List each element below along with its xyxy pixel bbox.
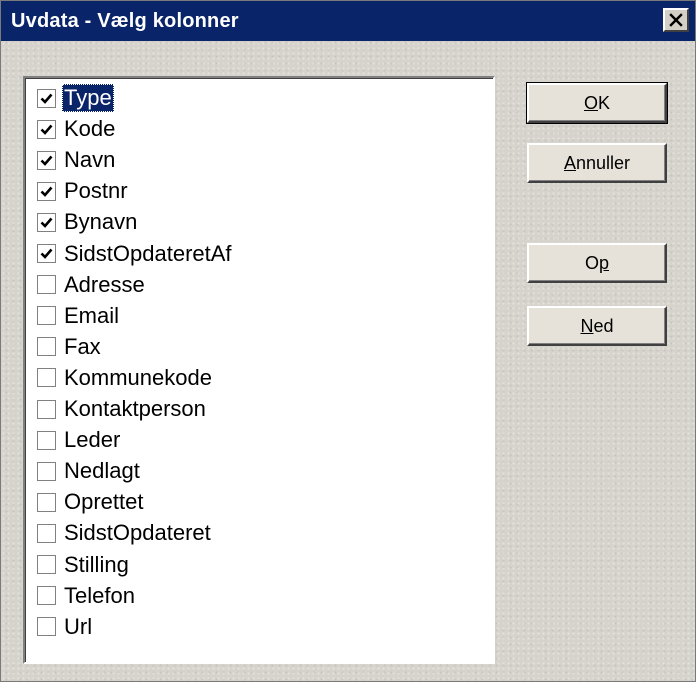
column-item[interactable]: SidstOpdateret <box>37 518 213 548</box>
column-item-label: Adresse <box>64 271 145 297</box>
column-item[interactable]: Type <box>37 83 114 113</box>
column-item-label: SidstOpdateret <box>64 520 211 546</box>
column-item[interactable]: SidstOpdateretAf <box>37 239 234 269</box>
column-item-label: Telefon <box>64 582 135 608</box>
checkbox[interactable] <box>37 461 56 481</box>
window-title: Uvdata - Vælg kolonner <box>11 10 239 32</box>
checkbox[interactable] <box>37 586 56 606</box>
down-mnemonic: N <box>580 315 594 336</box>
column-item-label: Email <box>64 302 120 328</box>
column-item-label: Kontaktperson <box>64 396 206 421</box>
checkbox[interactable] <box>37 88 56 108</box>
ok-mnemonic: O <box>583 92 598 113</box>
column-item-label: Bynavn <box>64 209 138 235</box>
column-item[interactable]: Postnr <box>37 176 130 206</box>
checkbox[interactable] <box>37 212 56 232</box>
cancel-button[interactable]: Annuller <box>527 143 667 183</box>
ok-button[interactable]: OK <box>526 82 668 124</box>
checkbox[interactable] <box>37 244 56 263</box>
column-item[interactable]: Stilling <box>37 550 131 580</box>
cancel-label-post: nnuller <box>575 152 631 173</box>
column-item-label: Postnr <box>64 178 128 204</box>
checkbox[interactable] <box>37 306 56 326</box>
column-item-label: Oprettet <box>64 489 144 515</box>
checkmark-icon <box>40 217 53 228</box>
column-item-label: Stilling <box>64 551 129 577</box>
cancel-mnemonic: A <box>563 152 576 173</box>
checkbox[interactable] <box>37 181 56 201</box>
column-item[interactable]: Kode <box>37 114 117 144</box>
column-item[interactable]: Fax <box>37 332 103 362</box>
checkbox[interactable] <box>37 337 56 357</box>
up-label-pre: O <box>584 252 599 273</box>
column-item-label: Type <box>62 84 114 112</box>
column-item[interactable]: Telefon <box>37 581 137 611</box>
checkbox[interactable] <box>37 492 56 512</box>
checkmark-icon <box>40 93 53 104</box>
column-item-label: Url <box>64 613 93 639</box>
choose-columns-dialog: Uvdata - Vælg kolonner Type Kode Navn Postn… <box>0 0 696 682</box>
up-mnemonic: p <box>599 252 610 273</box>
checkmark-icon <box>40 248 53 259</box>
column-item[interactable]: Email <box>37 301 121 331</box>
move-down-button[interactable]: Ned <box>527 306 667 346</box>
move-up-button[interactable]: Op <box>527 243 667 283</box>
title-bar[interactable]: Uvdata - Vælg kolonner <box>1 1 695 41</box>
checkbox[interactable] <box>37 119 56 139</box>
column-item[interactable]: Nedlagt <box>37 456 142 486</box>
column-item-label: Kommunekode <box>64 364 212 390</box>
checkbox[interactable] <box>37 430 56 450</box>
column-item[interactable]: Kontaktperson <box>37 394 208 424</box>
columns-checklist[interactable]: Type Kode Navn Postnr Bynavn SidstOpdateretAf… <box>23 76 495 664</box>
checkmark-icon <box>40 124 53 135</box>
column-item[interactable]: Oprettet <box>37 487 145 517</box>
checkmark-icon <box>40 155 53 166</box>
column-item-label: SidstOpdateretAf <box>64 240 232 266</box>
close-button[interactable] <box>663 8 689 32</box>
column-item[interactable]: Leder <box>37 425 122 455</box>
checkbox[interactable] <box>37 523 56 543</box>
column-item-label: Navn <box>64 147 116 173</box>
down-label-post: ed <box>593 315 614 336</box>
close-icon <box>669 13 683 27</box>
column-item-label: Fax <box>64 333 101 359</box>
checkbox[interactable] <box>37 275 56 295</box>
checkmark-icon <box>40 186 53 197</box>
column-item[interactable]: Navn <box>37 145 117 175</box>
column-item[interactable]: Adresse <box>37 270 147 300</box>
checkbox[interactable] <box>37 399 56 419</box>
checkbox[interactable] <box>37 150 56 170</box>
checkbox[interactable] <box>37 617 56 637</box>
column-item[interactable]: Kommunekode <box>37 363 214 393</box>
ok-label-post: K <box>598 92 611 113</box>
checkbox[interactable] <box>37 368 56 388</box>
column-item-label: Nedlagt <box>64 458 140 484</box>
column-item[interactable]: Url <box>37 612 94 642</box>
column-item[interactable]: Bynavn <box>37 207 139 237</box>
checkbox[interactable] <box>37 555 56 574</box>
column-item-label: Kode <box>64 116 116 142</box>
column-item-label: Leder <box>64 427 121 453</box>
